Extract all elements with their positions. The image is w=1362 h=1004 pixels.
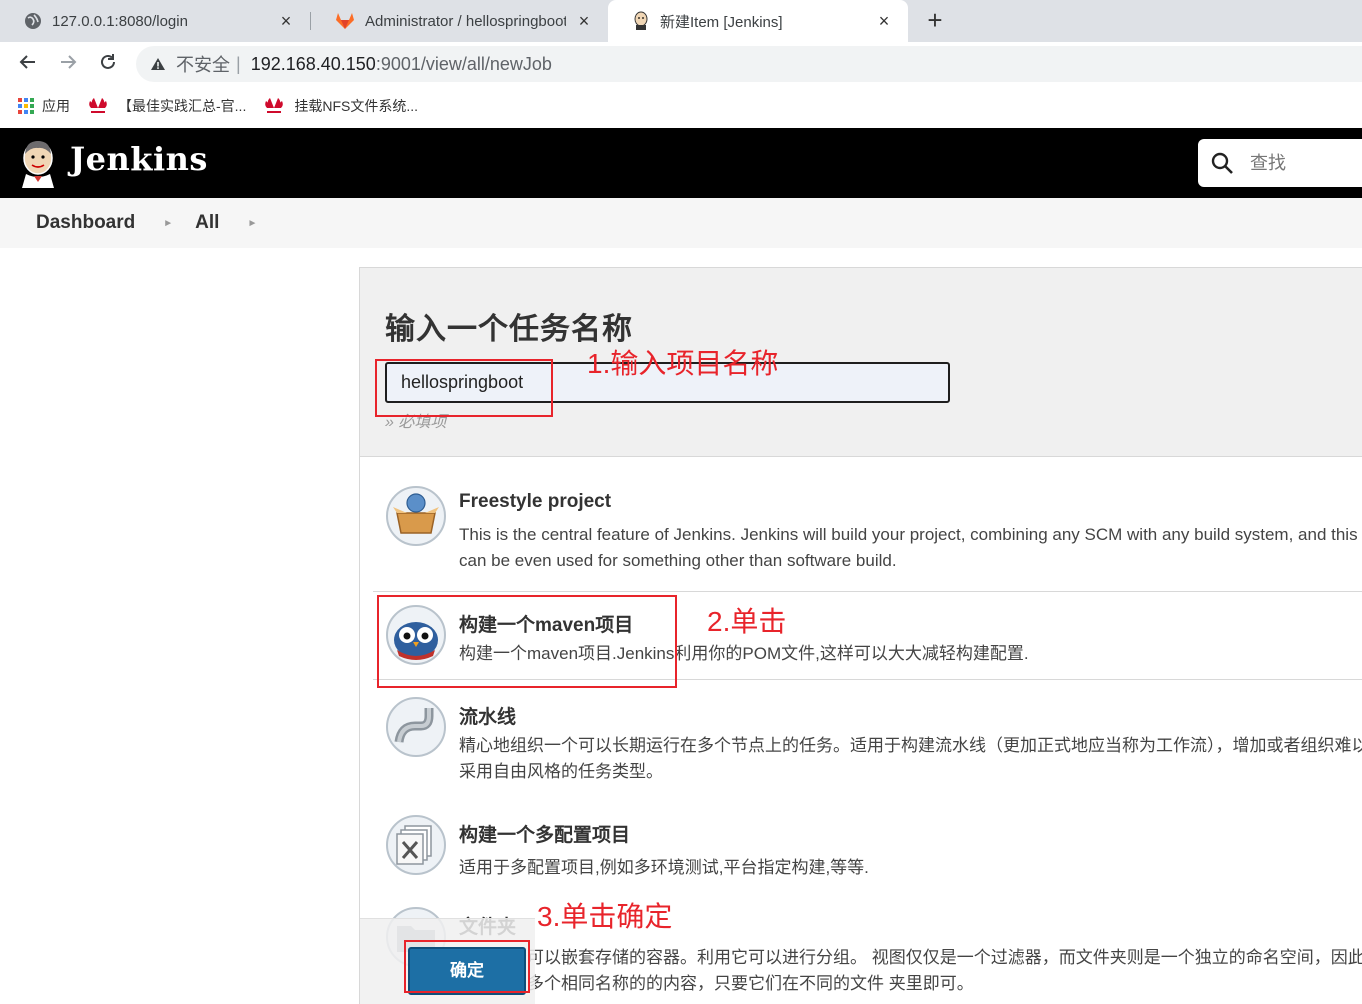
jenkins-butler-icon[interactable] (18, 138, 58, 188)
jenkins-header: Jenkins (0, 128, 1362, 198)
close-icon[interactable]: × (574, 11, 594, 32)
item-description: 创建一个可以嵌套存储的容器。利用它可以进行分组。 视图仅仅是一个过滤器，而文件夹… (459, 948, 1362, 993)
new-tab-button[interactable]: + (920, 6, 950, 36)
close-icon[interactable]: × (276, 11, 296, 32)
insecure-label: 不安全 (176, 55, 230, 75)
bookmark-label: 【最佳实践汇总-官... (118, 98, 247, 114)
huawei-icon (265, 98, 284, 113)
freestyle-box-icon (386, 486, 446, 546)
annotation-step2: 2.单击 (707, 606, 787, 637)
annotation-box-maven (377, 595, 677, 688)
item-name: 构建一个多配置项目 (459, 825, 631, 846)
bookmarks-bar: 应用 【最佳实践汇总-官... 挂载NFS文件系统... (0, 86, 1362, 126)
item-description: 精心地组织一个可以长期运行在多个节点上的任务。适用于构建流水线（更加正式地应当称… (459, 736, 1362, 781)
breadcrumb: Dashboard ► All ► (0, 198, 1362, 248)
annotation-box-ok (404, 940, 530, 993)
apps-grid-icon (18, 98, 34, 114)
chevron-right-icon[interactable]: ► (247, 218, 257, 229)
annotation-step1: 1.输入项目名称 (587, 348, 779, 379)
tab-login[interactable]: 127.0.0.1:8080/login × (0, 0, 310, 42)
reload-icon (101, 54, 115, 69)
close-icon[interactable]: × (874, 11, 894, 32)
huawei-icon (89, 98, 107, 113)
back-button[interactable] (16, 52, 40, 76)
bookmark-label: 挂载NFS文件系统... (294, 98, 419, 114)
tab-title: 新建Item [Jenkins] (660, 13, 783, 31)
address-divider: | (236, 53, 241, 74)
chevron-right-icon[interactable]: ► (163, 218, 173, 229)
globe-icon (25, 13, 41, 29)
search-box[interactable] (1198, 139, 1362, 187)
warning-icon (151, 58, 165, 70)
tab-title: 127.0.0.1:8080/login (52, 12, 188, 30)
url-host: 192.168.40.150 (250, 53, 376, 74)
bookmark-nfs[interactable]: 挂载NFS文件系统... (262, 96, 418, 116)
item-type-multi-config[interactable]: 构建一个多配置项目 适用于多配置项目,例如多环境测试,平台指定构建,等等. (360, 798, 1362, 898)
item-description: 适用于多配置项目,例如多环境测试,平台指定构建,等等. (459, 858, 869, 877)
forward-button[interactable] (56, 52, 80, 76)
annotation-box-name-input (375, 359, 553, 417)
item-name: 流水线 (459, 707, 517, 728)
tab-title: Administrator / hellospringboot (365, 12, 566, 30)
bookmark-apps[interactable]: 应用 (18, 96, 70, 116)
multi-config-icon (386, 815, 446, 875)
arrow-left-icon (19, 55, 35, 69)
tab-gitlab[interactable]: Administrator / hellospringboot × (311, 0, 608, 42)
item-description: This is the central feature of Jenkins. … (459, 525, 1358, 570)
url-path: :9001/view/all/newJob (375, 53, 552, 74)
bookmark-label: 应用 (42, 98, 70, 114)
search-input[interactable] (1250, 152, 1350, 174)
pipeline-icon (386, 697, 446, 757)
item-type-pipeline[interactable]: 流水线 精心地组织一个可以长期运行在多个节点上的任务。适用于构建流水线（更加正式… (360, 680, 1362, 798)
browser-toolbar: 不安全 | 192.168.40.150:9001/view/all/newJo… (0, 42, 1362, 86)
search-icon (1211, 152, 1233, 174)
bookmark-best-practice[interactable]: 【最佳实践汇总-官... (86, 96, 246, 116)
item-name: Freestyle project (459, 491, 612, 512)
arrow-right-icon (61, 55, 77, 69)
breadcrumb-all[interactable]: All (195, 212, 219, 234)
reload-button[interactable] (96, 52, 120, 76)
annotation-step3: 3.单击确定 (537, 901, 673, 932)
browser-tab-bar: 127.0.0.1:8080/login × Administrator / h… (0, 0, 1362, 42)
item-type-freestyle[interactable]: Freestyle project This is the central fe… (360, 457, 1362, 591)
jenkins-favicon-icon (634, 11, 648, 30)
tab-jenkins-new-item[interactable]: 新建Item [Jenkins] × (608, 0, 908, 42)
address-bar[interactable]: 不安全 | 192.168.40.150:9001/view/all/newJo… (136, 46, 1362, 82)
breadcrumb-dashboard[interactable]: Dashboard (36, 212, 135, 234)
jenkins-title[interactable]: Jenkins (70, 140, 208, 178)
gitlab-fox-icon (336, 13, 354, 29)
